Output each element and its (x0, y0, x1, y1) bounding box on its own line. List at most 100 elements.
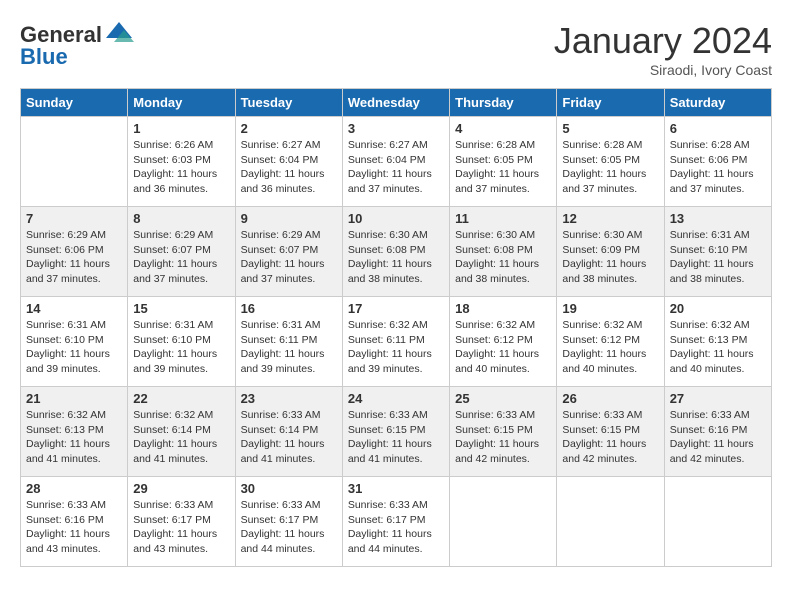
day-number: 23 (241, 391, 337, 406)
cell-content: Sunrise: 6:33 AMSunset: 6:15 PMDaylight:… (348, 408, 444, 467)
cell-content: Sunrise: 6:32 AMSunset: 6:13 PMDaylight:… (26, 408, 122, 467)
calendar-cell: 31 Sunrise: 6:33 AMSunset: 6:17 PMDayligh… (342, 477, 449, 567)
logo-blue: Blue (20, 44, 68, 70)
calendar-cell: 27 Sunrise: 6:33 AMSunset: 6:16 PMDayligh… (664, 387, 771, 477)
cell-content: Sunrise: 6:26 AMSunset: 6:03 PMDaylight:… (133, 138, 229, 197)
calendar-cell (664, 477, 771, 567)
calendar-cell: 17 Sunrise: 6:32 AMSunset: 6:11 PMDayligh… (342, 297, 449, 387)
day-number: 9 (241, 211, 337, 226)
day-number: 22 (133, 391, 229, 406)
cell-content: Sunrise: 6:33 AMSunset: 6:17 PMDaylight:… (241, 498, 337, 557)
cell-content: Sunrise: 6:29 AMSunset: 6:06 PMDaylight:… (26, 228, 122, 287)
day-number: 7 (26, 211, 122, 226)
cell-content: Sunrise: 6:32 AMSunset: 6:12 PMDaylight:… (562, 318, 658, 377)
cell-content: Sunrise: 6:33 AMSunset: 6:15 PMDaylight:… (455, 408, 551, 467)
calendar-cell: 10Sunrise: 6:30 AMSunset: 6:08 PMDayligh… (342, 207, 449, 297)
logo-icon (104, 20, 134, 50)
calendar-cell (557, 477, 664, 567)
day-number: 1 (133, 121, 229, 136)
calendar-cell: 2 Sunrise: 6:27 AMSunset: 6:04 PMDaylight… (235, 117, 342, 207)
cell-content: Sunrise: 6:27 AMSunset: 6:04 PMDaylight:… (241, 138, 337, 197)
cell-content: Sunrise: 6:32 AMSunset: 6:13 PMDaylight:… (670, 318, 766, 377)
day-number: 24 (348, 391, 444, 406)
day-number: 30 (241, 481, 337, 496)
cell-content: Sunrise: 6:33 AMSunset: 6:17 PMDaylight:… (348, 498, 444, 557)
day-number: 29 (133, 481, 229, 496)
cell-content: Sunrise: 6:31 AMSunset: 6:10 PMDaylight:… (133, 318, 229, 377)
day-number: 21 (26, 391, 122, 406)
calendar-cell: 21 Sunrise: 6:32 AMSunset: 6:13 PMDayligh… (21, 387, 128, 477)
cell-content: Sunrise: 6:31 AMSunset: 6:10 PMDaylight:… (26, 318, 122, 377)
month-title: January 2024 (554, 20, 772, 62)
calendar-cell: 29 Sunrise: 6:33 AMSunset: 6:17 PMDayligh… (128, 477, 235, 567)
cell-content: Sunrise: 6:32 AMSunset: 6:14 PMDaylight:… (133, 408, 229, 467)
calendar-cell: 28 Sunrise: 6:33 AMSunset: 6:16 PMDayligh… (21, 477, 128, 567)
calendar-cell: 20 Sunrise: 6:32 AMSunset: 6:13 PMDayligh… (664, 297, 771, 387)
cell-content: Sunrise: 6:31 AMSunset: 6:10 PMDaylight:… (670, 228, 766, 287)
day-number: 27 (670, 391, 766, 406)
calendar-cell: 13Sunrise: 6:31 AMSunset: 6:10 PMDayligh… (664, 207, 771, 297)
calendar-cell: 22 Sunrise: 6:32 AMSunset: 6:14 PMDayligh… (128, 387, 235, 477)
calendar-cell: 9 Sunrise: 6:29 AMSunset: 6:07 PMDaylight… (235, 207, 342, 297)
cell-content: Sunrise: 6:31 AMSunset: 6:11 PMDaylight:… (241, 318, 337, 377)
calendar-cell (21, 117, 128, 207)
day-number: 15 (133, 301, 229, 316)
day-number: 12 (562, 211, 658, 226)
calendar-cell: 24 Sunrise: 6:33 AMSunset: 6:15 PMDayligh… (342, 387, 449, 477)
day-number: 14 (26, 301, 122, 316)
week-row-4: 21 Sunrise: 6:32 AMSunset: 6:13 PMDayligh… (21, 387, 772, 477)
calendar-cell: 12 Sunrise: 6:30 AMSunset: 6:09 PMDayligh… (557, 207, 664, 297)
day-number: 11 (455, 211, 551, 226)
title-block: January 2024 Siraodi, Ivory Coast (554, 20, 772, 78)
week-row-3: 14 Sunrise: 6:31 AMSunset: 6:10 PMDayligh… (21, 297, 772, 387)
week-row-1: 1 Sunrise: 6:26 AMSunset: 6:03 PMDaylight… (21, 117, 772, 207)
week-row-2: 7 Sunrise: 6:29 AMSunset: 6:06 PMDaylight… (21, 207, 772, 297)
calendar-cell: 25Sunrise: 6:33 AMSunset: 6:15 PMDayligh… (450, 387, 557, 477)
day-number: 2 (241, 121, 337, 136)
day-number: 17 (348, 301, 444, 316)
day-number: 28 (26, 481, 122, 496)
calendar-table: SundayMondayTuesdayWednesdayThursdayFrid… (20, 88, 772, 567)
day-number: 6 (670, 121, 766, 136)
calendar-cell: 23Sunrise: 6:33 AMSunset: 6:14 PMDayligh… (235, 387, 342, 477)
page-header: General Blue January 2024 Siraodi, Ivory… (20, 20, 772, 78)
header-sunday: Sunday (21, 89, 128, 117)
header-thursday: Thursday (450, 89, 557, 117)
day-number: 18 (455, 301, 551, 316)
day-number: 10 (348, 211, 444, 226)
cell-content: Sunrise: 6:32 AMSunset: 6:12 PMDaylight:… (455, 318, 551, 377)
location-subtitle: Siraodi, Ivory Coast (554, 62, 772, 78)
day-number: 5 (562, 121, 658, 136)
calendar-cell: 15 Sunrise: 6:31 AMSunset: 6:10 PMDayligh… (128, 297, 235, 387)
header-tuesday: Tuesday (235, 89, 342, 117)
cell-content: Sunrise: 6:29 AMSunset: 6:07 PMDaylight:… (241, 228, 337, 287)
cell-content: Sunrise: 6:33 AMSunset: 6:16 PMDaylight:… (26, 498, 122, 557)
cell-content: Sunrise: 6:30 AMSunset: 6:08 PMDaylight:… (455, 228, 551, 287)
calendar-cell (450, 477, 557, 567)
day-number: 16 (241, 301, 337, 316)
day-number: 31 (348, 481, 444, 496)
cell-content: Sunrise: 6:33 AMSunset: 6:17 PMDaylight:… (133, 498, 229, 557)
day-number: 20 (670, 301, 766, 316)
cell-content: Sunrise: 6:33 AMSunset: 6:16 PMDaylight:… (670, 408, 766, 467)
cell-content: Sunrise: 6:28 AMSunset: 6:05 PMDaylight:… (562, 138, 658, 197)
calendar-cell: 7 Sunrise: 6:29 AMSunset: 6:06 PMDaylight… (21, 207, 128, 297)
calendar-cell: 3Sunrise: 6:27 AMSunset: 6:04 PMDaylight… (342, 117, 449, 207)
calendar-cell: 1 Sunrise: 6:26 AMSunset: 6:03 PMDaylight… (128, 117, 235, 207)
cell-content: Sunrise: 6:33 AMSunset: 6:15 PMDaylight:… (562, 408, 658, 467)
calendar-cell: 4Sunrise: 6:28 AMSunset: 6:05 PMDaylight… (450, 117, 557, 207)
header-monday: Monday (128, 89, 235, 117)
cell-content: Sunrise: 6:32 AMSunset: 6:11 PMDaylight:… (348, 318, 444, 377)
calendar-cell: 18 Sunrise: 6:32 AMSunset: 6:12 PMDayligh… (450, 297, 557, 387)
day-number: 4 (455, 121, 551, 136)
day-number: 8 (133, 211, 229, 226)
header-saturday: Saturday (664, 89, 771, 117)
logo: General Blue (20, 20, 134, 70)
cell-content: Sunrise: 6:30 AMSunset: 6:09 PMDaylight:… (562, 228, 658, 287)
calendar-cell: 8Sunrise: 6:29 AMSunset: 6:07 PMDaylight… (128, 207, 235, 297)
day-number: 19 (562, 301, 658, 316)
header-friday: Friday (557, 89, 664, 117)
cell-content: Sunrise: 6:27 AMSunset: 6:04 PMDaylight:… (348, 138, 444, 197)
calendar-cell: 26Sunrise: 6:33 AMSunset: 6:15 PMDayligh… (557, 387, 664, 477)
calendar-cell: 30 Sunrise: 6:33 AMSunset: 6:17 PMDayligh… (235, 477, 342, 567)
